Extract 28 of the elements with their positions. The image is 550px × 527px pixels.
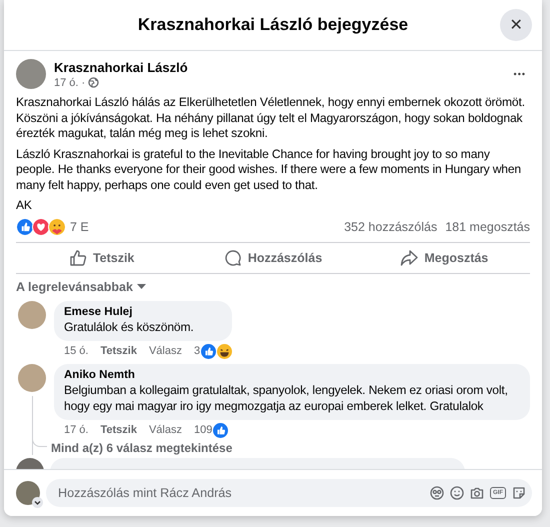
shares-count[interactable]: 181 megosztás: [445, 220, 530, 234]
reaction-count: 109: [194, 424, 212, 436]
commenter-name[interactable]: Emese Hulej: [64, 306, 222, 318]
reply-link[interactable]: Válasz: [148, 345, 182, 357]
like-link[interactable]: Tetszik: [100, 345, 137, 357]
reaction-count: 3: [194, 345, 200, 357]
view-replies-link[interactable]: Mind a(z) 6 válasz megtekintése: [51, 440, 232, 454]
post-text: AK: [16, 198, 33, 214]
comment-time[interactable]: 15 ó.: [64, 345, 88, 357]
comment-text: Gratulálok és köszönöm.: [64, 318, 195, 334]
like-link[interactable]: Tetszik: [100, 424, 137, 436]
comments-count[interactable]: 352 hozzászólás: [344, 220, 438, 234]
reaction-count[interactable]: 7 E: [70, 220, 336, 234]
commenter-name[interactable]: Aniko Nemth: [64, 368, 520, 380]
author-name[interactable]: Krasznahorkai László: [54, 60, 502, 74]
post-text: László Krasznahorkai is grateful to the Inevitable Chance for having brought joy to so many people. He thanks everyone for their good wishes. If there were a few moments in Hungary when many felt happy, perhaps one could even get used to that.: [16, 146, 522, 193]
post-text: Krasznahorkai László hálás az Elkerülhetetlen Véletlennek, hogy ennyi embernek okozott örömöt. Köszöni a jókívánságokat. Ha néhány pillanat úgy telt el Magyarországon, hogy sokan boldognak érezték magukat, talán még meg is lehet szokni.: [16, 95, 526, 142]
more-options-button[interactable]: •••: [510, 65, 530, 83]
comment-time[interactable]: 17 ó.: [64, 424, 88, 436]
comment-text: Belgiumban a kollegaim gratulaltak, spanyolok, lengyelek. Nekem ez oriasi orom volt, hogy egy mai magyar iro igy megmozgatja az europai emberek lelket. Gratulalok: [64, 382, 509, 414]
post-time[interactable]: 17 ó. ·: [54, 76, 86, 88]
window-title: Krasznahorkai László bejegyzése: [138, 15, 408, 35]
reply-link[interactable]: Válasz: [148, 424, 182, 436]
comment-action-button[interactable]: Hozzászólás: [187, 244, 359, 270]
sort-dropdown[interactable]: A legrelevánsabbak: [16, 278, 146, 296]
like-action-button[interactable]: Tetszik: [16, 244, 188, 270]
close-button[interactable]: ✕: [500, 9, 532, 41]
share-action-button[interactable]: Megosztás: [358, 244, 530, 270]
